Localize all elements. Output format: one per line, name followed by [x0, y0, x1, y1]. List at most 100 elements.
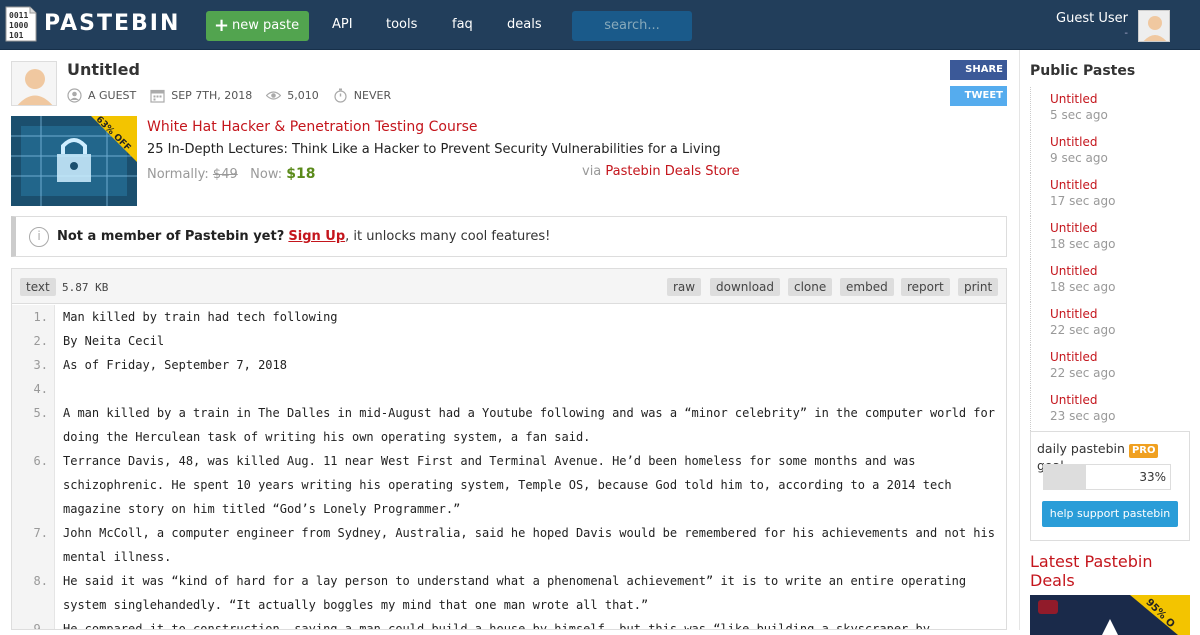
promo-price: Normally: $49 Now: $18 — [147, 166, 316, 182]
line-text: Terrance Davis, 48, was killed Aug. 11 n… — [63, 454, 952, 516]
svg-text:0011: 0011 — [9, 11, 28, 20]
help-support-button[interactable]: help support pastebin — [1042, 501, 1178, 527]
signup-notice: i Not a member of Pastebin yet? Sign Up,… — [11, 216, 1007, 257]
public-paste-title[interactable]: Untitled — [1050, 302, 1190, 321]
public-paste-title[interactable]: Untitled — [1050, 130, 1190, 149]
code-line: 4. — [12, 377, 1006, 401]
public-paste-item[interactable]: Untitled 17 sec ago — [1030, 173, 1190, 216]
line-number: 7. — [33, 526, 48, 540]
new-paste-label: new paste — [232, 18, 300, 33]
latest-deals-heading[interactable]: Latest Pastebin Deals — [1030, 552, 1180, 590]
public-paste-title[interactable]: Untitled — [1050, 345, 1190, 364]
public-paste-title[interactable]: Untitled — [1050, 87, 1190, 106]
user-icon — [67, 88, 82, 103]
tweet-button[interactable]: TWEET — [950, 86, 1007, 106]
public-paste-title[interactable]: Untitled — [1050, 388, 1190, 407]
public-paste-item[interactable]: Untitled 9 sec ago — [1030, 130, 1190, 173]
code-line: 1. Man killed by train had tech following — [12, 305, 1006, 329]
share-button[interactable]: SHARE — [950, 60, 1007, 80]
code-lines[interactable]: 1. Man killed by train had tech following… — [12, 305, 1006, 630]
now-price: $18 — [286, 166, 316, 182]
meta-date: SEP 7TH, 2018 — [150, 88, 252, 103]
normally-label: Normally: — [147, 167, 209, 182]
author-avatar[interactable] — [11, 61, 57, 106]
plus-icon: + — [214, 15, 230, 36]
normally-price: $49 — [212, 167, 238, 182]
line-text: Man killed by train had tech following — [63, 310, 338, 324]
user-avatar[interactable] — [1138, 10, 1170, 42]
public-paste-title[interactable]: Untitled — [1050, 216, 1190, 235]
code-line: 7. John McColl, a computer engineer from … — [12, 521, 1006, 569]
user-menu[interactable]: Guest User - — [1056, 11, 1128, 39]
search-input[interactable]: search... — [572, 11, 692, 41]
meta-expire: NEVER — [333, 88, 391, 103]
line-number: 9. — [33, 622, 48, 630]
deal-image[interactable]: 95% O — [1030, 595, 1190, 635]
public-paste-title[interactable]: Untitled — [1050, 259, 1190, 278]
print-button[interactable]: print — [958, 278, 999, 296]
top-bar: 0011 1000 101 PASTEBIN + new paste API t… — [0, 0, 1200, 50]
svg-text:1000: 1000 — [9, 21, 28, 30]
brand-name[interactable]: PASTEBIN — [44, 11, 180, 36]
view-count: 5,010 — [287, 89, 319, 102]
notice-bold: Not a member of Pastebin yet? — [57, 229, 285, 244]
report-button[interactable]: report — [901, 278, 950, 296]
public-paste-item[interactable]: Untitled 5 sec ago — [1030, 87, 1190, 130]
paste-title: Untitled — [67, 60, 140, 79]
svg-text:101: 101 — [9, 31, 24, 40]
calendar-icon — [150, 88, 165, 103]
author-name[interactable]: A GUEST — [88, 89, 136, 102]
promo-image[interactable]: 63% OFF — [11, 116, 137, 206]
public-paste-item[interactable]: Untitled 23 sec ago — [1030, 388, 1190, 431]
promo-subtitle: 25 In-Depth Lectures: Think Like a Hacke… — [147, 142, 721, 157]
public-paste-item[interactable]: Untitled 22 sec ago — [1030, 345, 1190, 388]
nav-deals[interactable]: deals — [507, 17, 542, 32]
line-text: A man killed by a train in The Dalles in… — [63, 406, 995, 444]
eye-icon — [265, 88, 282, 103]
public-paste-age: 9 sec ago — [1050, 151, 1108, 165]
via-label: via — [582, 164, 602, 179]
clone-button[interactable]: clone — [788, 278, 833, 296]
line-text: As of Friday, September 7, 2018 — [63, 358, 287, 372]
goal-progress-fill — [1044, 465, 1086, 489]
paste-code-box: text 5.87 KB raw download clone embed re… — [11, 268, 1007, 630]
public-paste-item[interactable]: Untitled 22 sec ago — [1030, 302, 1190, 345]
paste-meta: A GUEST SEP 7TH, 2018 5,010 NEVER — [67, 88, 405, 103]
line-text: He said it was “kind of hard for a lay p… — [63, 574, 967, 612]
pro-goal-box: daily pastebin PRO goal 33% help support… — [1030, 431, 1190, 541]
info-icon: i — [29, 227, 49, 247]
code-line: 9. He compared it to construction, saying… — [12, 617, 1006, 630]
syntax-tag[interactable]: text — [20, 278, 56, 296]
line-number: 3. — [33, 358, 48, 372]
nav-tools[interactable]: tools — [386, 17, 417, 32]
public-paste-age: 22 sec ago — [1050, 323, 1116, 337]
line-number: 2. — [33, 334, 48, 348]
stopwatch-icon — [333, 88, 348, 103]
embed-button[interactable]: embed — [840, 278, 894, 296]
line-text: He compared it to construction, saying a… — [63, 622, 930, 630]
pastebin-logo-icon[interactable]: 0011 1000 101 — [4, 5, 38, 43]
raw-button[interactable]: raw — [667, 278, 702, 296]
notice-rest: , it unlocks many cool features! — [345, 229, 551, 244]
nav-api[interactable]: API — [332, 17, 353, 32]
pro-badge: PRO — [1128, 444, 1159, 458]
public-paste-title[interactable]: Untitled — [1050, 173, 1190, 192]
nav-faq[interactable]: faq — [452, 17, 473, 32]
code-line: 2. By Neita Cecil — [12, 329, 1006, 353]
goal-progress-bar: 33% — [1043, 464, 1171, 490]
download-button[interactable]: download — [710, 278, 781, 296]
code-toolbar: text 5.87 KB raw download clone embed re… — [12, 269, 1006, 304]
public-paste-item[interactable]: Untitled 18 sec ago — [1030, 216, 1190, 259]
code-line: 6. Terrance Davis, 48, was killed Aug. 11… — [12, 449, 1006, 521]
new-paste-button[interactable]: + new paste — [206, 11, 309, 41]
public-paste-item[interactable]: Untitled 18 sec ago — [1030, 259, 1190, 302]
promo-title-link[interactable]: White Hat Hacker & Penetration Testing C… — [147, 119, 477, 135]
public-paste-age: 18 sec ago — [1050, 237, 1116, 251]
deals-store-link[interactable]: Pastebin Deals Store — [605, 164, 739, 179]
now-label: Now: — [250, 167, 283, 182]
line-text: By Neita Cecil — [63, 334, 165, 348]
user-name[interactable]: Guest User — [1056, 11, 1128, 26]
expire-value: NEVER — [353, 89, 392, 102]
signup-link[interactable]: Sign Up — [288, 229, 345, 244]
meta-views: 5,010 — [265, 88, 319, 103]
